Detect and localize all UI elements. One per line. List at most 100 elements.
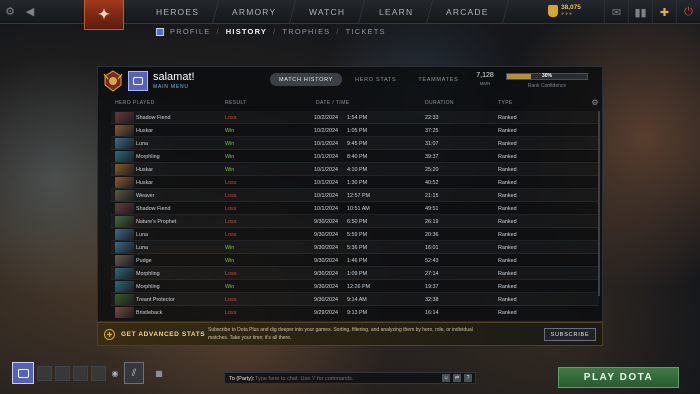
col-hero[interactable]: HERO PLAYED — [115, 100, 155, 106]
match-result: Loss — [225, 193, 237, 199]
match-duration: 27:14 — [425, 271, 439, 277]
party-slot[interactable] — [91, 365, 106, 381]
party-player-avatar[interactable] — [12, 362, 34, 384]
subnav-tickets[interactable]: TICKETS — [346, 27, 386, 36]
play-dota-button[interactable]: PLAY DOTA — [558, 367, 679, 388]
tab-teammates[interactable]: TEAMMATES — [409, 73, 467, 86]
hero-name: Shadow Fiend — [136, 206, 171, 212]
emoji-icon[interactable]: ☺ — [442, 374, 450, 382]
power-icon[interactable]: ⏻ — [676, 0, 700, 24]
hero-name: Pudge — [136, 258, 152, 264]
main-nav: HEROES ARMORY WATCH LEARN ARCADE — [136, 0, 509, 24]
collection-icon[interactable]: ▮▮ — [628, 0, 652, 24]
match-date: 9/30/2024 — [314, 219, 338, 225]
match-date: 10/1/2024 — [314, 141, 338, 147]
table-row[interactable]: Morphling Loss 9/30/2024 1:09 PM 27:14 Ranked — [111, 267, 599, 280]
hero-name: Bristleback — [136, 310, 163, 316]
match-type: Ranked — [498, 115, 517, 121]
hero-name: Luna — [136, 232, 148, 238]
match-result: Loss — [225, 310, 237, 316]
match-date: 10/1/2024 — [314, 167, 338, 173]
party-slot[interactable] — [55, 365, 70, 381]
party-settings-icon[interactable]: ◉ — [109, 367, 121, 379]
hero-name: Shadow Fiend — [136, 115, 171, 121]
match-type: Ranked — [498, 206, 517, 212]
mail-icon[interactable]: ✉ — [604, 0, 628, 24]
match-type: Ranked — [498, 219, 517, 225]
party-slot[interactable] — [73, 365, 88, 381]
match-type: Ranked — [498, 310, 517, 316]
col-date[interactable]: DATE / TIME — [316, 100, 349, 106]
table-row[interactable]: Luna Win 9/30/2024 5:36 PM 16:01 Ranked — [111, 241, 599, 254]
party-slot[interactable] — [37, 365, 52, 381]
table-row[interactable]: Shadow Fiend Loss 10/1/2024 10:51 AM 49:51 Ra… — [111, 202, 599, 215]
subnav-history[interactable]: HISTORY — [226, 27, 267, 36]
chat-settings-icon[interactable]: ⇄ — [453, 374, 461, 382]
match-result: Win — [225, 128, 235, 134]
settings-gear-icon[interactable]: ⚙ — [0, 0, 20, 24]
nav-arcade[interactable]: ARCADE — [426, 0, 509, 24]
hero-name: Huskar — [136, 167, 154, 173]
nav-learn[interactable]: LEARN — [359, 0, 434, 24]
table-row[interactable]: Huskar Win 10/1/2024 4:10 PM 25:20 Ranked — [111, 163, 599, 176]
mmr-display: 7,128 MMR — [473, 72, 497, 86]
col-duration[interactable]: DURATION — [425, 100, 454, 106]
subnav-trophies[interactable]: TROPHIES — [282, 27, 330, 36]
subscribe-button[interactable]: SUBSCRIBE — [544, 328, 596, 341]
chat-placeholder: Type here to chat. Use '/' for commands. — [255, 375, 354, 382]
rank-medal-icon[interactable] — [102, 70, 124, 92]
table-row[interactable]: Nature's Prophet Loss 9/30/2024 6:50 PM 26:1… — [111, 215, 599, 228]
help-icon[interactable]: ? — [464, 374, 472, 382]
hero-portrait — [115, 242, 134, 253]
tab-hero-stats[interactable]: HERO STATS — [346, 73, 405, 86]
match-result: Win — [225, 141, 235, 147]
match-duration: 20:36 — [425, 232, 439, 238]
hero-portrait — [115, 151, 134, 162]
nav-watch[interactable]: WATCH — [290, 0, 366, 24]
table-row[interactable]: Morphling Win 10/1/2024 8:40 PM 39:37 Ranked — [111, 150, 599, 163]
back-arrow-icon[interactable]: ◀ — [20, 0, 40, 24]
table-settings-gear-icon[interactable]: ⚙ — [591, 98, 599, 107]
match-duration: 49:51 — [425, 206, 439, 212]
chat-channel[interactable]: To (Party): — [229, 376, 254, 382]
chat-input[interactable]: To (Party): Type here to chat. Use '/' f… — [224, 372, 476, 384]
profile-tabs: MATCH HISTORY HERO STATS TEAMMATES — [270, 73, 467, 86]
top-bar: ⚙ ◀ ✦ HEROES ARMORY WATCH LEARN ARCADE 3… — [0, 0, 700, 30]
dota-plus-icon[interactable]: ✚ — [652, 0, 676, 24]
hero-portrait — [115, 112, 134, 123]
match-result: Loss — [225, 271, 237, 277]
player-avatar[interactable] — [128, 71, 148, 91]
col-type[interactable]: TYPE — [498, 100, 513, 106]
table-row[interactable]: Weaver Loss 10/1/2024 12:57 PM 21:15 Ranked — [111, 189, 599, 202]
gold-counter[interactable]: 38,075 ●●● — [548, 4, 581, 17]
player-name: salamat! — [153, 71, 195, 83]
col-result[interactable]: RESULT — [225, 100, 247, 106]
friends-icon[interactable]: ▦ — [153, 367, 165, 379]
hero-name: Luna — [136, 141, 148, 147]
hero-portrait — [115, 125, 134, 136]
party-bar: ◉ ⫽ ▦ — [12, 358, 165, 388]
match-duration: 21:15 — [425, 193, 439, 199]
nav-heroes[interactable]: HEROES — [136, 0, 220, 24]
table-row[interactable]: Shadow Fiend Loss 10/2/2024 1:54 PM 22:33 Ran… — [111, 111, 599, 124]
table-row[interactable]: Luna Loss 9/30/2024 5:59 PM 20:36 Ranked — [111, 228, 599, 241]
match-type: Ranked — [498, 128, 517, 134]
nav-armory[interactable]: ARMORY — [212, 0, 297, 24]
subnav-profile[interactable]: PROFILE — [170, 27, 211, 36]
table-row[interactable]: Pudge Win 9/30/2024 1:46 PM 52:43 Ranked — [111, 254, 599, 267]
table-row[interactable]: Huskar Win 10/2/2024 1:05 PM 37:25 Ranked — [111, 124, 599, 137]
table-row[interactable]: Bristleback Loss 9/29/2024 9:13 PM 16:14 Rank… — [111, 306, 599, 318]
hero-portrait — [115, 177, 134, 188]
dota-logo[interactable]: ✦ — [84, 0, 124, 30]
rank-badge-icon[interactable]: ⫽ — [124, 362, 144, 384]
scrollbar[interactable] — [598, 111, 600, 296]
hero-portrait — [115, 190, 134, 201]
table-row[interactable]: Luna Win 10/1/2024 9:45 PM 31:07 Ranked — [111, 137, 599, 150]
table-row[interactable]: Huskar Loss 10/1/2024 1:30 PM 40:52 Ranked — [111, 176, 599, 189]
table-row[interactable]: Treant Protector Loss 9/30/2024 9:14 AM 32:3… — [111, 293, 599, 306]
hero-name: Morphling — [136, 154, 160, 160]
tab-match-history[interactable]: MATCH HISTORY — [270, 73, 343, 86]
hero-name: Treant Protector — [136, 297, 175, 303]
dota-plus-icon: ✚ — [104, 329, 115, 340]
table-row[interactable]: Morphling Win 9/30/2024 12:26 PM 19:37 Ranked — [111, 280, 599, 293]
